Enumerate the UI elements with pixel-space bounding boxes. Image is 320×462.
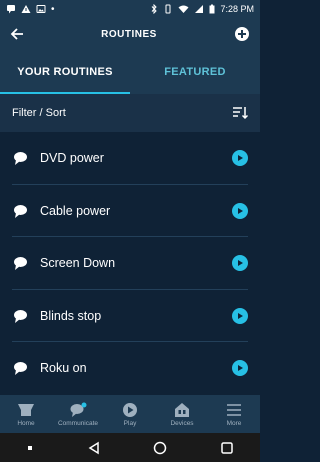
- play-routine-button[interactable]: [232, 255, 248, 272]
- back-icon[interactable]: [87, 441, 101, 455]
- back-arrow-icon[interactable]: [10, 27, 24, 41]
- play-routine-button[interactable]: [232, 307, 248, 324]
- bottom-nav: Home Communicate Play Devices More: [0, 395, 260, 433]
- sort-icon[interactable]: [232, 106, 248, 120]
- speech-bubble-icon: [14, 257, 27, 271]
- home-circle-icon[interactable]: [153, 441, 167, 455]
- speech-bubble-icon: [14, 152, 27, 166]
- tab-your-routines[interactable]: YOUR ROUTINES: [0, 50, 130, 94]
- speech-bubble-icon: [14, 309, 27, 323]
- routine-row[interactable]: DVD power: [0, 132, 260, 185]
- status-time: 7:28 PM: [220, 4, 254, 14]
- battery-icon: [209, 4, 215, 14]
- nav-play[interactable]: Play: [104, 395, 156, 433]
- speech-bubble-icon: [14, 362, 27, 376]
- wifi-icon: [178, 5, 189, 13]
- tab-featured[interactable]: FEATURED: [130, 50, 260, 94]
- routine-list: DVD power Cable power Screen Down Blinds…: [0, 132, 260, 395]
- status-left: •: [6, 4, 55, 15]
- status-right: 7:28 PM: [150, 4, 254, 14]
- notification-icon: [7, 5, 15, 14]
- play-icon: [238, 260, 243, 267]
- routine-name: Roku on: [40, 361, 87, 376]
- nav-label: Communicate: [57, 419, 99, 427]
- communicate-icon: [70, 402, 87, 417]
- routine-row[interactable]: Blinds stop: [0, 290, 260, 343]
- routine-name: Blinds stop: [40, 308, 102, 323]
- signal-icon: [195, 5, 204, 13]
- routine-name: Screen Down: [40, 256, 116, 271]
- gallery-icon: [36, 5, 46, 13]
- routine-name: DVD power: [40, 151, 104, 166]
- page-title: ROUTINES: [101, 28, 157, 40]
- play-icon: [238, 207, 243, 214]
- nav-label: Devices: [170, 419, 194, 427]
- recent-dot-icon[interactable]: [26, 444, 34, 452]
- nav-more[interactable]: More: [208, 395, 260, 433]
- tab-bar: YOUR ROUTINES FEATURED: [0, 50, 260, 94]
- bluetooth-icon: [152, 4, 158, 14]
- play-routine-button[interactable]: [232, 202, 248, 219]
- routine-row[interactable]: Screen Down: [0, 237, 260, 290]
- app-header: ROUTINES: [0, 18, 260, 50]
- routine-row[interactable]: Roku on: [0, 342, 260, 395]
- more-icon: [227, 403, 241, 416]
- routine-row[interactable]: Cable power: [0, 185, 260, 238]
- speech-bubble-icon: [14, 204, 27, 218]
- devices-icon: [175, 402, 189, 417]
- filter-sort-label: Filter / Sort: [12, 107, 66, 119]
- nav-devices[interactable]: Devices: [156, 395, 208, 433]
- add-routine-button[interactable]: [234, 26, 250, 42]
- status-more-icon: •: [51, 3, 55, 15]
- android-nav-bar: [0, 433, 260, 462]
- status-bar: • 7:28 PM: [0, 0, 260, 18]
- play-routine-button[interactable]: [232, 360, 248, 377]
- nav-label: More: [226, 419, 242, 427]
- nav-home[interactable]: Home: [0, 395, 52, 433]
- play-icon: [238, 365, 243, 372]
- routine-name: Cable power: [40, 203, 111, 218]
- play-icon: [123, 402, 137, 417]
- nav-label: Play: [123, 419, 137, 427]
- play-routine-button[interactable]: [232, 150, 248, 167]
- overview-icon[interactable]: [220, 441, 234, 455]
- nav-label: Home: [17, 419, 35, 427]
- play-icon: [238, 155, 243, 162]
- filter-sort-bar[interactable]: Filter / Sort: [0, 94, 260, 132]
- home-icon: [18, 403, 34, 416]
- vibrate-icon: [165, 4, 171, 14]
- play-icon: [238, 312, 243, 319]
- nav-communicate[interactable]: Communicate: [52, 395, 104, 433]
- warning-icon: [21, 5, 31, 13]
